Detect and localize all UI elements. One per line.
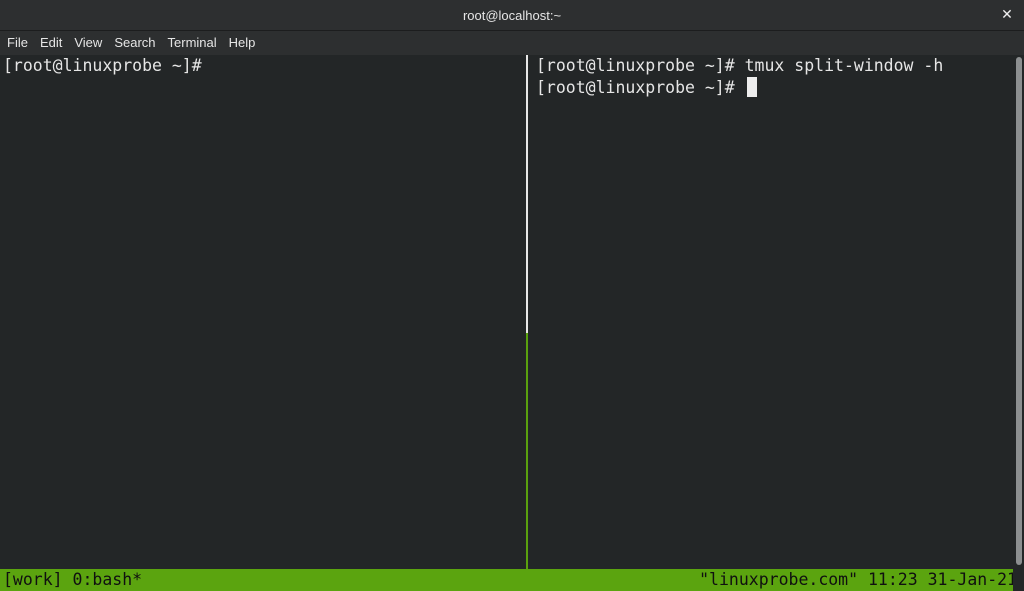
prompt-text: [root@linuxprobe ~]# bbox=[536, 78, 745, 97]
tmux-pane-left[interactable]: [root@linuxprobe ~]# bbox=[0, 55, 526, 569]
pane-divider[interactable] bbox=[526, 55, 528, 333]
menu-help[interactable]: Help bbox=[223, 31, 262, 55]
text-cursor bbox=[746, 77, 757, 97]
status-session-window: [work] 0:bash* bbox=[3, 570, 143, 589]
menu-terminal[interactable]: Terminal bbox=[162, 31, 223, 55]
status-host-time: "linuxprobe.com" 11:23 31-Jan-21 bbox=[699, 570, 1017, 589]
terminal-area[interactable]: [root@linuxprobe ~]# [root@linuxprobe ~]… bbox=[0, 55, 1024, 569]
scrollbar-thumb[interactable] bbox=[1016, 57, 1022, 565]
tmux-pane-right[interactable]: [root@linuxprobe ~]# tmux split-window -… bbox=[531, 55, 1013, 569]
status-bar-gutter bbox=[1013, 569, 1024, 591]
window-title: root@localhost:~ bbox=[462, 8, 562, 23]
menu-file[interactable]: File bbox=[1, 31, 34, 55]
pane-divider-active[interactable] bbox=[526, 333, 528, 569]
menu-edit[interactable]: Edit bbox=[34, 31, 68, 55]
scrollbar[interactable] bbox=[1013, 55, 1024, 569]
menu-view[interactable]: View bbox=[68, 31, 108, 55]
terminal-line: [root@linuxprobe ~]# bbox=[3, 56, 202, 75]
terminal-window: root@localhost:~ ✕ File Edit View Search… bbox=[0, 0, 1024, 591]
menu-search[interactable]: Search bbox=[108, 31, 161, 55]
close-icon[interactable]: ✕ bbox=[996, 4, 1018, 26]
title-bar[interactable]: root@localhost:~ ✕ bbox=[0, 0, 1024, 31]
terminal-line: [root@linuxprobe ~]# tmux split-window -… bbox=[536, 56, 944, 75]
terminal-line-current: [root@linuxprobe ~]# bbox=[531, 77, 1013, 99]
tmux-status-bar: [work] 0:bash* "linuxprobe.com" 11:23 31… bbox=[0, 569, 1017, 591]
menu-bar: File Edit View Search Terminal Help bbox=[0, 31, 1024, 55]
